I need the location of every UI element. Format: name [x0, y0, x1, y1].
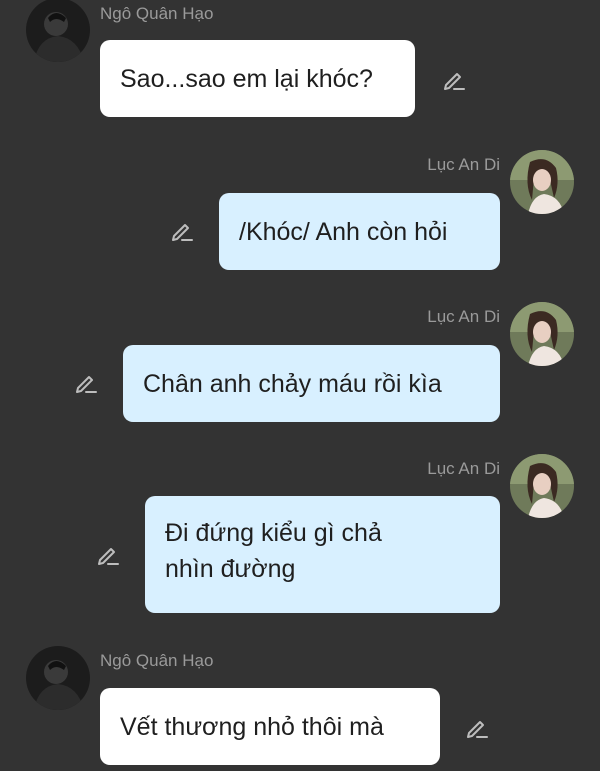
message-bubble[interactable]: Chân anh chảy máu rồi kìa [123, 345, 500, 422]
avatar-ngo-quan-hao[interactable] [26, 0, 90, 62]
message-bubble[interactable]: Vết thương nhỏ thôi mà [100, 688, 440, 765]
pencil-icon[interactable] [73, 370, 99, 396]
pencil-icon[interactable] [95, 542, 121, 568]
sender-name: Ngô Quân Hạo [100, 4, 214, 23]
avatar-luc-an-di[interactable] [510, 150, 574, 214]
sender-name: Ngô Quân Hạo [100, 651, 214, 670]
message-text: /Khóc/ Anh còn hỏi [239, 217, 448, 246]
avatar-luc-an-di[interactable] [510, 302, 574, 366]
pencil-icon[interactable] [169, 218, 195, 244]
message-bubble[interactable]: /Khóc/ Anh còn hỏi [219, 193, 500, 270]
message-text: Sao...sao em lại khóc? [120, 64, 373, 93]
avatar-ngo-quan-hao[interactable] [26, 646, 90, 710]
chat-screen: Ngô Quân Hạo Sao...sao em lại khóc? Lục … [0, 0, 600, 771]
message-text: Chân anh chảy máu rồi kìa [143, 369, 442, 398]
sender-name: Lục An Di [427, 459, 500, 478]
message-bubble[interactable]: Đi đứng kiểu gì chả nhìn đường [145, 496, 500, 613]
sender-name: Lục An Di [427, 155, 500, 174]
message-bubble[interactable]: Sao...sao em lại khóc? [100, 40, 415, 117]
message-text: Vết thương nhỏ thôi mà [120, 712, 384, 741]
avatar-luc-an-di[interactable] [510, 454, 574, 518]
message-text-line: Đi đứng kiểu gì chả [165, 519, 382, 547]
pencil-icon[interactable] [464, 715, 490, 741]
message-text-line: nhìn đường [165, 555, 296, 583]
sender-name: Lục An Di [427, 307, 500, 326]
pencil-icon[interactable] [441, 67, 467, 93]
